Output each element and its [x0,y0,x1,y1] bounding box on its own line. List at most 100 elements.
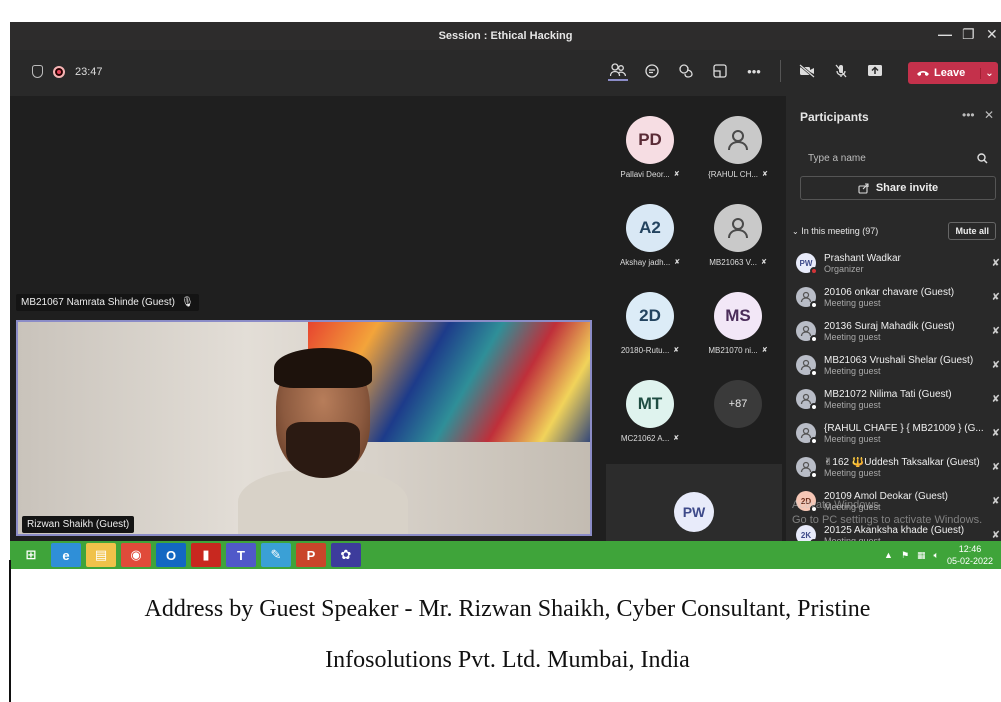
participant-info: 20106 onkar chavare (Guest) Meeting guest [824,287,984,308]
tray-chevron-icon[interactable]: ▲ [884,550,893,560]
maximize-button[interactable]: ❐ [962,26,975,43]
meeting-timer: 23:47 [75,65,103,78]
rooms-icon[interactable] [710,61,730,81]
mic-off-icon[interactable]: ✘ [984,326,1000,337]
mic-off-icon: ✘ [673,435,680,442]
avatar-initials: PW [799,258,813,268]
mic-off-icon[interactable]: ✘ [984,428,1000,439]
gallery-tile[interactable]: MB21063 V... ✘ [694,196,782,272]
internet-explorer-icon[interactable]: e [51,543,81,567]
gallery-tile-label: MB21063 V... ✘ [694,258,782,267]
minimize-button[interactable]: — [938,26,952,42]
participant-role: Meeting guest [824,467,881,478]
speaker-figure [238,348,408,534]
teams-window: Session : Ethical Hacking — ❐ ✕ 23:47 ••… [10,22,1001,568]
title-bar: Session : Ethical Hacking — ❐ ✕ [10,22,1001,50]
windows-taskbar: ⊞ e ▤ ◉ O ▮ T ✎ P ✿ ▲ ⚑ ▦ 🔈︎ 12:46 05-02-2022 [10,541,1001,569]
self-avatar: PW [674,492,714,532]
mic-off-icon[interactable]: ✘ [984,462,1000,473]
participant-info: MB21063 Vrushali Shelar (Guest) Meeting g… [824,355,984,376]
clock[interactable]: 12:46 05-02-2022 [947,543,993,567]
close-button[interactable]: ✕ [986,26,998,43]
powerpoint-icon[interactable]: P [296,543,326,567]
mic-off-icon[interactable] [831,61,851,81]
mute-all-button[interactable]: Mute all [948,222,996,240]
participant-row[interactable]: ✌162 🔱Uddesh Taksalkar (Guest) Meeting gu… [796,450,1000,484]
participant-avatar [796,287,818,309]
share-screen-icon[interactable] [865,61,885,81]
mic-off-icon[interactable]: ✘ [984,292,1000,303]
gallery-tile[interactable]: 2D 20180-Rutu... ✘ [606,284,694,360]
leave-label: Leave [934,67,966,79]
participant-gallery: PD Pallavi Deor... ✘ {RAHUL CH... ✘ A2 Akshay … [606,108,782,460]
gallery-tile-label: {RAHUL CH... ✘ [694,170,782,179]
search-input[interactable]: Type a name [800,144,996,172]
participant-avatar: MS [714,292,762,340]
mic-off-icon[interactable]: ✘ [984,258,1000,269]
gallery-tile[interactable]: MS MB21070 ni... ✘ [694,284,782,360]
participant-row[interactable]: 20136 Suraj Mahadik (Guest) Meeting guest… [796,314,1000,348]
teams-icon[interactable]: T [226,543,256,567]
leave-button[interactable]: Leave ⌄ [908,62,998,84]
participant-avatar [796,355,818,377]
participant-avatar [714,116,762,164]
recording-icon [53,65,65,78]
participant-avatar [796,457,818,479]
reactions-icon[interactable] [676,61,696,81]
participants-icon[interactable] [608,61,628,81]
panel-more-icon[interactable]: ••• [962,108,975,122]
pdf-reader-icon[interactable]: ▮ [191,543,221,567]
share-icon [858,182,869,194]
participant-row[interactable]: MB21072 Nilima Tati (Guest) Meeting guest… [796,382,1000,416]
windows-start-icon[interactable]: ⊞ [16,543,46,567]
gallery-tile[interactable]: +87 [694,372,782,448]
caption-line: Address by Guest Speaker - Mr. Rizwan Sh… [144,596,871,622]
gallery-tile[interactable]: A2 Akshay jadh... ✘ [606,196,694,272]
gallery-tile-label: Pallavi Deor... ✘ [606,170,694,179]
mic-off-icon[interactable]: ✘ [984,496,1000,507]
share-invite-button[interactable]: Share invite [800,176,996,200]
volume-icon[interactable]: 🔈︎ [934,550,939,561]
mic-off-icon[interactable]: ✘ [984,360,1000,371]
gallery-tile[interactable]: {RAHUL CH... ✘ [694,108,782,184]
gallery-tile[interactable]: MT MC21062 A... ✘ [606,372,694,448]
participant-row[interactable]: PW Prashant Wadkar Organizer ✘ [796,246,1000,280]
share-invite-label: Share invite [875,182,939,194]
flag-icon[interactable]: ⚑ [901,550,909,561]
presence-status-icon [810,471,818,479]
settings-icon[interactable]: ✿ [331,543,361,567]
chat-icon[interactable] [642,61,662,81]
participant-role: Organizer [824,263,864,274]
mic-off-icon: ✘ [761,347,768,354]
gallery-tile-name: 20180-Rutu... [620,346,670,355]
more-actions-icon[interactable]: ••• [744,61,764,81]
presence-status-icon [810,335,818,343]
window-title: Session : Ethical Hacking [438,30,573,42]
outlook-icon[interactable]: O [156,543,186,567]
participant-row[interactable]: {RAHUL CHAFE } { MB21009 } (G... Meeting … [796,416,1000,450]
participant-row[interactable]: MB21063 Vrushali Shelar (Guest) Meeting g… [796,348,1000,382]
in-meeting-toggle[interactable]: ⌄ In this meeting (97) [792,226,878,236]
file-explorer-icon[interactable]: ▤ [86,543,116,567]
participant-role: Meeting guest [824,399,881,410]
mic-off-icon[interactable]: ✘ [984,530,1000,541]
toolbar-divider [780,60,781,82]
network-icon[interactable]: ▦ [917,550,926,561]
speaker-video[interactable]: Rizwan Shaikh (Guest) [16,320,592,536]
search-icon [977,152,988,164]
presence-status-icon [810,437,818,445]
participant-info: Prashant Wadkar Organizer [824,253,984,274]
panel-close-icon[interactable]: ✕ [984,108,994,122]
gallery-tile[interactable]: PD Pallavi Deor... ✘ [606,108,694,184]
gallery-tile-name: MB21063 V... [709,258,757,267]
chrome-icon[interactable]: ◉ [121,543,151,567]
mic-off-icon[interactable]: ✘ [984,394,1000,405]
participant-avatar: A2 [626,204,674,252]
participant-role: Meeting guest [824,365,881,376]
chevron-down-icon[interactable]: ⌄ [980,67,998,79]
participant-row[interactable]: 20106 onkar chavare (Guest) Meeting guest… [796,280,1000,314]
notes-icon[interactable]: ✎ [261,543,291,567]
gallery-tile-label: 20180-Rutu... ✘ [606,346,694,355]
camera-off-icon[interactable] [797,61,817,81]
participant-avatar [796,389,818,411]
